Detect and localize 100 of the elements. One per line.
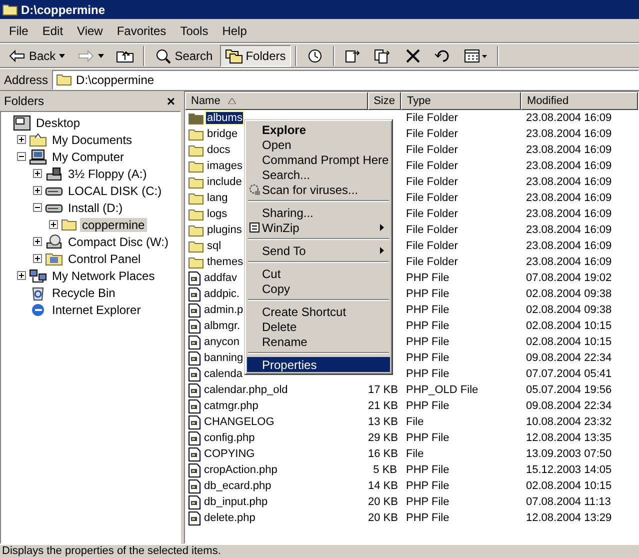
file-type: File — [405, 448, 425, 460]
file-size: 17 KB — [368, 384, 399, 396]
file-name[interactable]: CHANGELOG — [203, 416, 276, 428]
menu-item[interactable]: Help — [215, 24, 254, 38]
context-menu-item[interactable]: Cut — [247, 266, 390, 281]
search-button[interactable]: Search — [148, 44, 218, 66]
file-name[interactable]: plugins — [206, 224, 243, 236]
address-label: Address — [4, 72, 48, 86]
file-name[interactable]: addpic. — [203, 288, 240, 300]
context-menu-item[interactable]: Properties — [247, 357, 390, 372]
file-name[interactable]: cropAction.php — [203, 464, 278, 476]
menu-item[interactable]: Favorites — [110, 24, 174, 38]
address-field[interactable]: D:\coppermine — [52, 70, 639, 90]
back-button[interactable]: Back — [3, 44, 70, 66]
archive-icon — [248, 221, 261, 234]
file-name[interactable]: calendar.php_old — [203, 384, 289, 396]
file-type: File Folder — [405, 256, 459, 268]
plus-box-icon[interactable] — [49, 220, 58, 229]
file-name[interactable]: albums — [206, 112, 244, 124]
tree-item[interactable]: Recycle Bin — [50, 286, 118, 300]
folders-button[interactable]: Folders — [220, 44, 291, 66]
file-type: PHP File — [405, 352, 450, 364]
context-menu-item[interactable]: Open — [247, 137, 390, 152]
context-menu-item[interactable]: Copy — [247, 281, 390, 296]
file-name[interactable]: albmgr. — [203, 320, 242, 332]
minus-box-icon[interactable] — [33, 203, 42, 212]
folder-icon — [188, 192, 204, 204]
tree-item[interactable]: My Network Places — [50, 268, 157, 282]
tree-item[interactable]: Internet Explorer — [50, 302, 143, 316]
control-panel-icon — [45, 250, 63, 266]
file-date: 23.08.2004 16:09 — [525, 160, 613, 172]
context-menu-item[interactable]: Rename — [247, 334, 390, 349]
plus-box-icon[interactable] — [33, 237, 42, 246]
file-name[interactable]: lang — [206, 192, 229, 204]
file-date: 09.08.2004 22:34 — [525, 352, 613, 364]
plus-box-icon[interactable] — [33, 254, 42, 263]
plus-box-icon[interactable] — [17, 135, 26, 144]
file-name[interactable]: banning — [203, 352, 244, 364]
file-name[interactable]: logs — [206, 208, 228, 220]
column-header[interactable]: Type — [401, 92, 521, 110]
file-name[interactable]: delete.php — [203, 512, 256, 524]
menu-item[interactable]: Tools — [173, 24, 216, 38]
tree-item[interactable]: Compact Disc (W:) — [66, 234, 170, 248]
plus-box-icon[interactable] — [33, 169, 42, 178]
context-menu-item[interactable]: Delete — [247, 319, 390, 334]
context-menu-item[interactable]: Search... — [247, 167, 390, 182]
context-menu-item[interactable]: Send To — [247, 243, 390, 258]
column-header[interactable]: Size — [368, 92, 401, 110]
file-type: PHP File — [405, 336, 450, 348]
file-name[interactable]: db_input.php — [203, 496, 269, 508]
context-menu-item[interactable]: Scan for viruses... — [247, 182, 390, 197]
tree-item[interactable]: Install (D:) — [66, 200, 125, 214]
file-name[interactable]: bridge — [206, 128, 239, 140]
tree-item[interactable]: coppermine — [80, 218, 147, 232]
tree-item[interactable]: LOCAL DISK (C:) — [66, 184, 164, 198]
file-date: 23.08.2004 16:09 — [525, 208, 613, 220]
file-name[interactable]: images — [206, 160, 244, 172]
plus-box-icon[interactable] — [33, 186, 42, 195]
network-icon — [29, 268, 47, 284]
file-name[interactable]: sql — [206, 240, 222, 252]
menu-item[interactable]: Edit — [35, 24, 70, 38]
file-name[interactable]: admin.p — [203, 304, 244, 316]
file-name[interactable]: calenda — [203, 368, 244, 380]
file-date: 02.08.2004 10:15 — [525, 336, 613, 348]
menu-item[interactable]: View — [70, 24, 110, 38]
tree-item[interactable]: My Computer — [50, 150, 126, 164]
file-size: 20 KB — [368, 512, 399, 524]
file-date: 23.08.2004 16:09 — [525, 256, 613, 268]
file-name[interactable]: addfav — [203, 272, 238, 284]
context-menu-item[interactable]: Explore — [247, 122, 390, 137]
file-name[interactable]: docs — [206, 144, 232, 156]
tree-item[interactable]: Control Panel — [66, 252, 143, 266]
menu-item[interactable]: File — [2, 24, 36, 38]
context-menu-item[interactable]: Create Shortcut — [247, 304, 390, 319]
file-date: 23.08.2004 16:09 — [525, 224, 613, 236]
file-size: 16 KB — [368, 448, 399, 460]
context-menu-item[interactable]: Sharing... — [247, 205, 390, 220]
minus-box-icon[interactable] — [17, 152, 26, 161]
tree-item[interactable]: My Documents — [50, 132, 134, 146]
forward-arrow-icon — [76, 48, 95, 64]
file-type: PHP File — [405, 464, 450, 476]
column-header[interactable]: Modified — [521, 92, 638, 110]
context-menu-item[interactable]: WinZip — [247, 220, 390, 235]
file-name[interactable]: db_ecard.php — [203, 480, 272, 492]
close-button[interactable]: × — [166, 93, 175, 109]
context-menu-item[interactable]: Command Prompt Here — [247, 152, 390, 167]
delete-icon — [404, 48, 422, 64]
column-header[interactable]: Name — [185, 92, 368, 110]
file-name[interactable]: catmgr.php — [203, 400, 260, 412]
tree-item[interactable]: 3½ Floppy (A:) — [66, 166, 149, 180]
file-name[interactable]: config.php — [203, 432, 256, 444]
computer-icon — [29, 148, 47, 164]
file-name[interactable]: anycon — [203, 336, 240, 348]
file-name[interactable]: COPYING — [203, 448, 256, 460]
folder-icon — [188, 256, 204, 268]
plus-box-icon[interactable] — [17, 271, 26, 280]
tree-item[interactable]: Desktop — [34, 116, 82, 130]
php-file-icon — [188, 510, 201, 526]
file-name[interactable]: themes — [206, 256, 244, 268]
file-name[interactable]: include — [206, 176, 243, 188]
